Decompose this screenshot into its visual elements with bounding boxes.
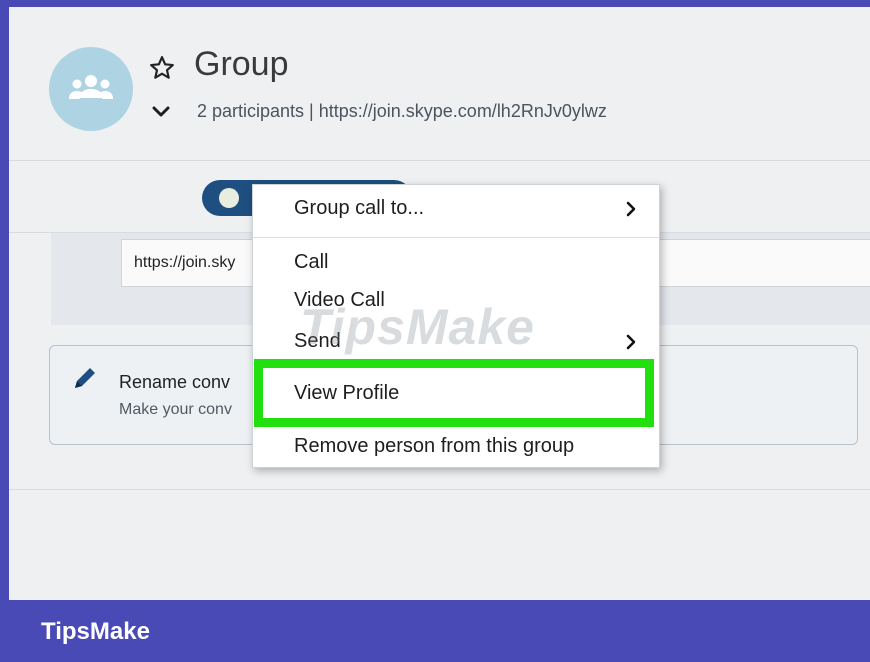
frame-left-bar: [0, 0, 9, 662]
menu-item-group-call[interactable]: Group call to...: [253, 197, 659, 220]
toggle-knob: [219, 188, 239, 208]
participants-and-link[interactable]: 2 participants | https://join.skype.com/…: [197, 101, 607, 122]
chevron-right-icon: [626, 201, 636, 217]
menu-separator: [253, 237, 659, 238]
menu-item-label: Group call to...: [294, 197, 425, 219]
group-avatar[interactable]: [49, 47, 133, 131]
footer-brand: TipsMake: [41, 618, 150, 645]
group-people-icon: [69, 75, 113, 99]
menu-item-label: Call: [294, 251, 329, 273]
menu-item-label: Remove person from this group: [294, 435, 575, 457]
rename-title: Rename conv: [119, 372, 231, 392]
rename-subtitle: Make your conv: [119, 401, 232, 418]
chevron-right-icon: [626, 334, 636, 350]
frame-top-bar: [0, 0, 870, 7]
conversation-header: Group 2 participants | https://join.skyp…: [9, 7, 870, 160]
chevron-down-icon[interactable]: [152, 105, 170, 119]
header-divider: [9, 160, 870, 161]
menu-item-label: Video Call: [294, 289, 385, 311]
menu-item-video-call[interactable]: Video Call: [253, 289, 659, 312]
highlight-outline: [254, 359, 654, 427]
star-outline-icon[interactable]: [149, 55, 175, 81]
menu-item-remove-person[interactable]: Remove person from this group: [253, 435, 659, 458]
pencil-icon: [75, 368, 95, 388]
bottom-divider: [9, 489, 870, 490]
footer-bar: TipsMake: [0, 600, 870, 662]
menu-item-label: Send: [294, 330, 341, 352]
menu-item-send[interactable]: Send: [253, 330, 659, 353]
menu-item-call[interactable]: Call: [253, 251, 659, 274]
conversation-title: Group: [194, 45, 289, 83]
